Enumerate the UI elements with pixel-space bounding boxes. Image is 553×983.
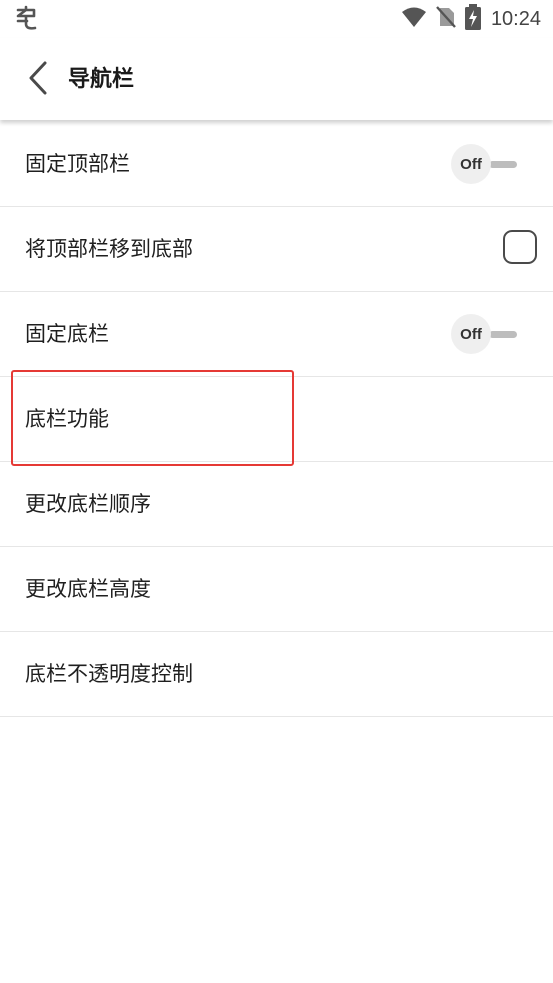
back-button[interactable] (20, 60, 56, 100)
setting-row-change-bottom-bar-height[interactable]: 更改底栏高度 (0, 547, 553, 632)
status-time: 10:24 (490, 7, 541, 30)
setting-label: 底栏不透明度控制 (25, 662, 193, 686)
setting-label: 固定顶部栏 (25, 152, 130, 176)
app-bar: 导航栏 (0, 38, 553, 120)
status-bar: 10:24 (0, 0, 553, 38)
setting-row-change-bottom-bar-order[interactable]: 更改底栏顺序 (0, 462, 553, 547)
toggle-knob: Off (451, 144, 491, 184)
setting-label: 更改底栏顺序 (25, 492, 151, 516)
setting-label: 更改底栏高度 (25, 577, 151, 601)
setting-label: 固定底栏 (25, 322, 109, 346)
battery-charging-icon (464, 4, 481, 34)
setting-row-move-top-bar-to-bottom[interactable]: 将顶部栏移到底部 (0, 207, 553, 292)
page-title: 导航栏 (68, 67, 135, 92)
setting-row-bottom-bar-functions[interactable]: 底栏功能 (0, 377, 553, 462)
setting-row-pin-top-bar[interactable]: 固定顶部栏 Off (0, 122, 553, 207)
pin-bottom-bar-toggle[interactable]: Off (451, 314, 521, 354)
setting-row-bottom-bar-opacity[interactable]: 底栏不透明度控制 (0, 632, 553, 717)
settings-list: 固定顶部栏 Off 将顶部栏移到底部 固定底栏 Off 底栏功能 更改底栏顺序 … (0, 122, 553, 717)
setting-label: 底栏功能 (25, 407, 109, 431)
toggle-knob: Off (451, 314, 491, 354)
toggle-track (489, 331, 517, 338)
app-notification-icon (14, 4, 42, 32)
back-chevron-icon (27, 60, 49, 100)
wifi-icon (401, 6, 427, 32)
toggle-track (489, 161, 517, 168)
setting-row-pin-bottom-bar[interactable]: 固定底栏 Off (0, 292, 553, 377)
move-top-bar-checkbox[interactable] (503, 230, 537, 264)
setting-label: 将顶部栏移到底部 (25, 237, 193, 261)
no-sim-icon (435, 5, 457, 33)
pin-top-bar-toggle[interactable]: Off (451, 144, 521, 184)
